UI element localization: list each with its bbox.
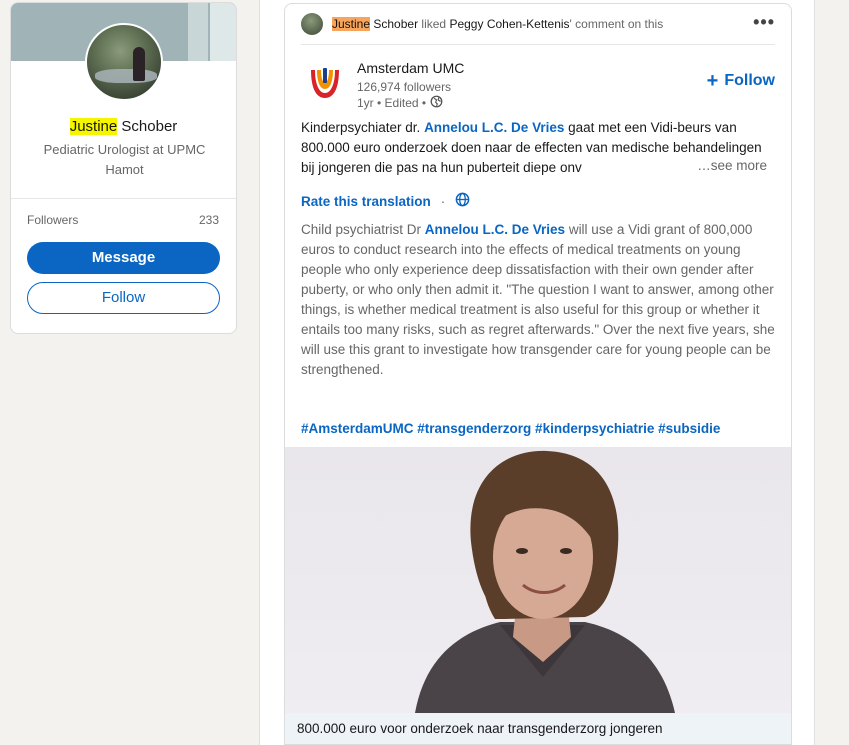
avatar[interactable] <box>85 23 163 101</box>
profile-last-name: Schober <box>121 118 178 135</box>
post-card: Justine Schober liked Peggy Cohen-Ketten… <box>284 3 792 745</box>
profile-headline: Pediatric Urologist at UPMC Hamot <box>43 142 206 177</box>
post-text-part: Kinderpsychiater dr. <box>301 120 425 135</box>
activity-verb: liked <box>421 17 447 31</box>
post-meta: 1yr • Edited • <box>357 95 443 111</box>
translation-row: Rate this translation · <box>301 192 470 210</box>
plus-icon: + <box>706 70 719 92</box>
follow-org-label: Follow <box>724 72 775 89</box>
follow-profile-button[interactable]: Follow <box>27 282 220 314</box>
activity-suffix: ' comment on this <box>569 17 664 31</box>
see-more-button[interactable]: …see more <box>691 158 767 173</box>
profile-first-name: Justine <box>69 118 118 135</box>
followers-label: Followers <box>27 213 79 227</box>
org-followers: 126,974 followers <box>357 80 452 94</box>
translated-text-part: Child psychiatrist Dr <box>301 222 425 237</box>
profile-name[interactable]: Justine Schober <box>11 118 236 135</box>
profile-card: Justine Schober Pediatric Urologist at U… <box>10 2 237 334</box>
org-name[interactable]: Amsterdam UMC <box>357 60 464 76</box>
image-caption[interactable]: 800.000 euro voor onderzoek naar transge… <box>285 713 791 744</box>
rate-translation-link[interactable]: Rate this translation <box>301 194 431 209</box>
activity-avatar[interactable] <box>301 13 323 35</box>
activity-header: Justine Schober liked Peggy Cohen-Ketten… <box>285 4 791 44</box>
more-horizontal-icon[interactable]: ••• <box>753 12 775 33</box>
mention-link[interactable]: Annelou L.C. De Vries <box>425 222 565 237</box>
followers-count: 233 <box>198 213 219 227</box>
follow-org-button[interactable]: + Follow <box>706 70 775 92</box>
activity-actor-last[interactable]: Schober <box>373 17 418 31</box>
activity-text: Justine Schober liked Peggy Cohen-Ketten… <box>332 17 663 31</box>
divider <box>301 44 775 45</box>
translated-text: Child psychiatrist Dr Annelou L.C. De Vr… <box>301 220 775 380</box>
hashtags[interactable]: #AmsterdamUMC #transgenderzorg #kinderps… <box>301 421 720 436</box>
mention-link[interactable]: Annelou L.C. De Vries <box>424 120 564 135</box>
divider <box>11 198 236 199</box>
post-image[interactable] <box>285 447 791 713</box>
separator: · <box>440 193 446 209</box>
globe-icon <box>430 95 443 111</box>
globe-icon[interactable] <box>455 192 470 210</box>
post-time: 1yr • Edited • <box>357 96 427 110</box>
message-button[interactable]: Message <box>27 242 220 274</box>
amsterdam-umc-logo[interactable] <box>301 60 349 108</box>
activity-actor-first[interactable]: Justine <box>332 17 371 31</box>
activity-target[interactable]: Peggy Cohen-Kettenis <box>449 17 569 31</box>
translated-text-part: will use a Vidi grant of 800,000 euros t… <box>301 222 775 377</box>
